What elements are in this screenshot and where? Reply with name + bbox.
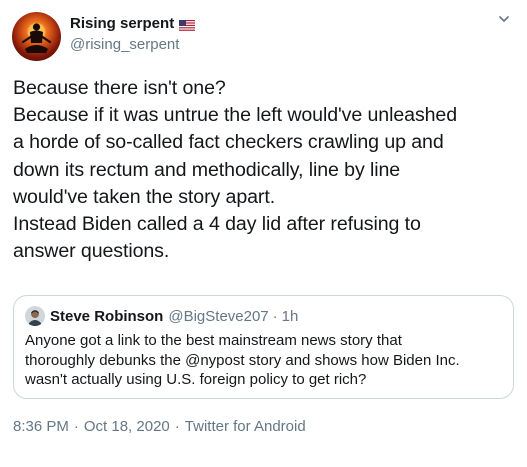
meta-separator: · — [73, 417, 79, 435]
tweet-time[interactable]: 8:36 PM — [13, 418, 69, 435]
tweet-text: Because there isn't one? Because if it w… — [13, 75, 518, 265]
tweet-date[interactable]: Oct 18, 2020 — [84, 418, 170, 435]
tweet-text-line: answer questions. — [13, 240, 170, 263]
meta-separator: · — [174, 417, 180, 435]
tweet-text-line: Because there isn't one? — [13, 77, 226, 99]
tweet-text-line: Instead Biden called a 4 day lid after r… — [13, 213, 421, 236]
quoted-text: Anyone got a link to the best mainstream… — [25, 331, 505, 390]
handle[interactable]: @rising_serpent — [70, 35, 195, 55]
chevron-down-icon[interactable] — [495, 10, 513, 28]
quoted-avatar — [25, 306, 45, 326]
quoted-text-line: Anyone got a link to the best mainstream… — [25, 332, 402, 349]
quoted-time: 1h — [281, 307, 299, 325]
tweet-text-line: Because if it was untrue the left would'… — [13, 104, 458, 127]
tweet-text-line: a horde of so-called fact checkers crawl… — [13, 131, 444, 154]
quoted-tweet-header: Steve Robinson @BigSteve207 · 1h — [25, 306, 298, 326]
tweet-text-line: down its rectum and methodically, line b… — [13, 158, 401, 181]
display-name[interactable]: Rising serpent — [70, 15, 174, 32]
tweet-card: Rising serpent @rising_serpent Because t… — [0, 0, 527, 467]
quoted-text-line: thoroughly debunks the @nypost story and… — [25, 351, 460, 369]
avatar[interactable] — [12, 12, 61, 61]
display-name-row: Rising serpent — [70, 13, 196, 33]
us-flag-icon — [178, 18, 196, 31]
author-block: Rising serpent @rising_serpent — [70, 13, 196, 55]
tweet-meta: 8:36 PM · Oct 18, 2020 · Twitter for And… — [13, 416, 306, 436]
tweet-text-line: would've taken the story apart. — [13, 185, 276, 208]
quoted-separator: · — [272, 307, 278, 325]
quoted-tweet[interactable]: Steve Robinson @BigSteve207 · 1h Anyone … — [13, 295, 514, 399]
quoted-text-line: wasn't actually using U.S. foreign polic… — [25, 371, 367, 389]
quoted-display-name: Steve Robinson — [50, 307, 164, 325]
tweet-source[interactable]: Twitter for Android — [185, 418, 306, 435]
quoted-handle: @BigSteve207 — [168, 307, 269, 325]
